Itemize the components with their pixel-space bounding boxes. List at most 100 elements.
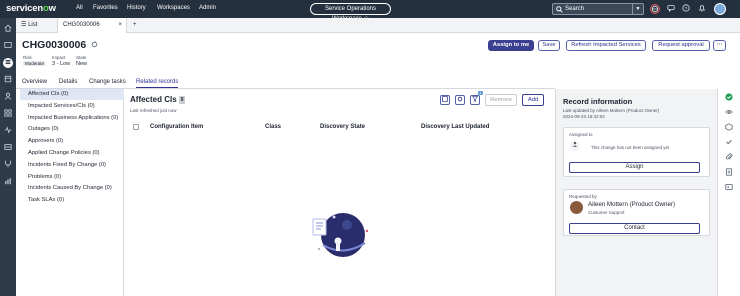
servicenow-logo[interactable]: servicenow [6,3,56,14]
assigned-to-card: Assigned to This change has not been ass… [563,127,710,177]
column-discovery-last-updated[interactable]: Discovery Last Updated [421,124,489,130]
chat-icon[interactable] [666,4,676,14]
assigned-to-label: Assigned to [569,132,593,137]
refresh-impacted-services-button[interactable]: Refresh Impacted Services [566,40,646,51]
impact-label: Impact [52,55,66,60]
record-info-title: Record information [563,97,633,106]
image-icon[interactable] [724,183,734,193]
record-number: CHG0030006 [22,39,98,51]
requested-by-card: Requested by Aileen Mottern (Product Own… [563,189,710,236]
request-approval-button[interactable]: Request approval [652,40,710,51]
column-configuration-item[interactable]: Configuration Item [150,124,203,130]
activity-icon[interactable] [3,126,13,136]
column-class[interactable]: Class [265,124,281,130]
close-icon[interactable]: × [118,18,122,33]
add-tab-button[interactable]: + [128,18,142,33]
record-subtabs: Overview Details Change tasks Related re… [16,77,555,89]
cube-icon[interactable] [724,123,734,133]
record-information-panel: Record information Last updated by Ailee… [555,89,717,296]
save-button[interactable]: Save [538,40,560,51]
state-label: State [76,55,87,60]
nav-all[interactable]: All [76,5,83,11]
settings-icon[interactable] [455,95,465,105]
requester-name[interactable]: Aileen Mottern (Product Owner) [588,201,675,208]
document-icon[interactable] [724,168,734,178]
related-lists-nav: Affected CIs (0) Impacted Services/CIs (… [16,89,124,296]
related-list-problems[interactable]: Problems (0) [16,172,124,183]
related-list-impacted-services[interactable]: Impacted Services/CIs (0) [16,101,124,112]
filter-count-badge: 1 [478,91,483,95]
top-navigation-bar: servicenow All Favorites History Workspa… [0,0,740,22]
help-icon[interactable]: ? [681,4,691,14]
workspace-sidebar [0,18,16,296]
related-list-outages[interactable]: Outages (0) [16,124,124,135]
related-list-incidents-fixed[interactable]: Incidents Fixed By Change (0) [16,160,124,171]
attachment-icon[interactable] [724,153,734,163]
select-all-checkbox[interactable] [133,124,139,130]
panel-title: Affected CIs 0 [130,95,186,104]
risk-value: Moderate [23,61,47,66]
nav-workspaces[interactable]: Workspaces [157,5,190,11]
impact-value: 3 - Low [52,61,71,67]
eye-icon[interactable] [724,108,734,118]
contact-button[interactable]: Contact [569,223,700,234]
count-badge: 0 [178,95,186,104]
remove-button[interactable]: Remove [485,94,517,106]
people-icon[interactable] [3,92,13,102]
related-list-incidents-caused[interactable]: Incidents Caused By Change (0) [16,183,124,194]
workspace-selector[interactable]: Service Operations Workspace ☆ [310,3,391,22]
nav-history[interactable]: History [127,5,146,11]
tab-list[interactable]: ☰ List [16,18,56,33]
requester-avatar [570,201,583,214]
assign-to-me-button[interactable]: Assign to me [488,40,534,51]
assign-button[interactable]: Assign [569,162,700,173]
inbox-icon[interactable] [3,41,13,51]
bell-icon[interactable] [697,4,707,14]
last-updated-at: 2024-09-23 16:42:04 [563,114,605,119]
list-icon: ☰ [21,22,27,28]
requested-by-label: Requested by [569,194,597,199]
scope-globe-icon[interactable] [650,4,660,14]
record-header: CHG0030006 Risk Moderate Impact 3 - Low … [16,33,728,77]
related-list-task-slas[interactable]: Task SLAs (0) [16,195,124,206]
tab-overview[interactable]: Overview [22,79,47,85]
flow-icon[interactable] [3,160,13,170]
last-updated-by: Last updated by Aileen Mottern (Product … [563,108,660,113]
last-refreshed: Last refreshed just now [130,108,177,113]
related-list-approvers[interactable]: Approvers (0) [16,136,124,147]
chevron-down-icon[interactable]: ▼ [632,4,643,14]
nav-admin[interactable]: Admin [199,5,216,11]
tab-related-records[interactable]: Related records [136,79,179,88]
svg-text:?: ? [685,6,688,12]
filter-icon[interactable] [470,95,480,105]
grid-icon[interactable] [3,109,13,119]
add-button[interactable]: Add [522,94,544,106]
table-icon[interactable] [3,143,13,153]
workspace-tab-bar: ☰ List CHG0030006 × + [16,18,740,33]
risk-label: Risk [23,55,32,60]
tab-change-tasks[interactable]: Change tasks [89,79,126,85]
column-discovery-state[interactable]: Discovery State [320,124,365,130]
table-view-icon[interactable] [440,95,450,105]
tab-details[interactable]: Details [59,79,77,85]
checkmark-icon[interactable] [724,138,734,148]
not-assigned-text: This change has not been assigned yet [591,145,670,150]
list-icon[interactable] [3,58,13,68]
requester-department: Customer Support [588,210,625,215]
box-icon[interactable] [3,75,13,85]
user-avatar[interactable] [714,3,726,15]
copy-icon[interactable] [91,41,98,48]
related-list-impacted-business-apps[interactable]: Impacted Business Applications (0) [16,113,124,124]
related-list-applied-change-policies[interactable]: Applied Change Policies (0) [16,148,124,159]
nav-favorites[interactable]: Favorites [93,5,118,11]
search-icon [556,6,563,13]
chart-icon[interactable] [3,177,13,187]
check-circle-icon[interactable] [724,93,734,103]
related-list-affected-cis[interactable]: Affected CIs (0) [20,89,124,100]
state-value: New [76,61,88,67]
more-actions-button[interactable]: ⋯ [713,40,726,51]
home-icon[interactable] [3,24,13,34]
global-search[interactable]: Search ▼ [552,3,644,15]
tab-record[interactable]: CHG0030006 × [57,18,127,33]
user-placeholder-icon [570,141,580,151]
